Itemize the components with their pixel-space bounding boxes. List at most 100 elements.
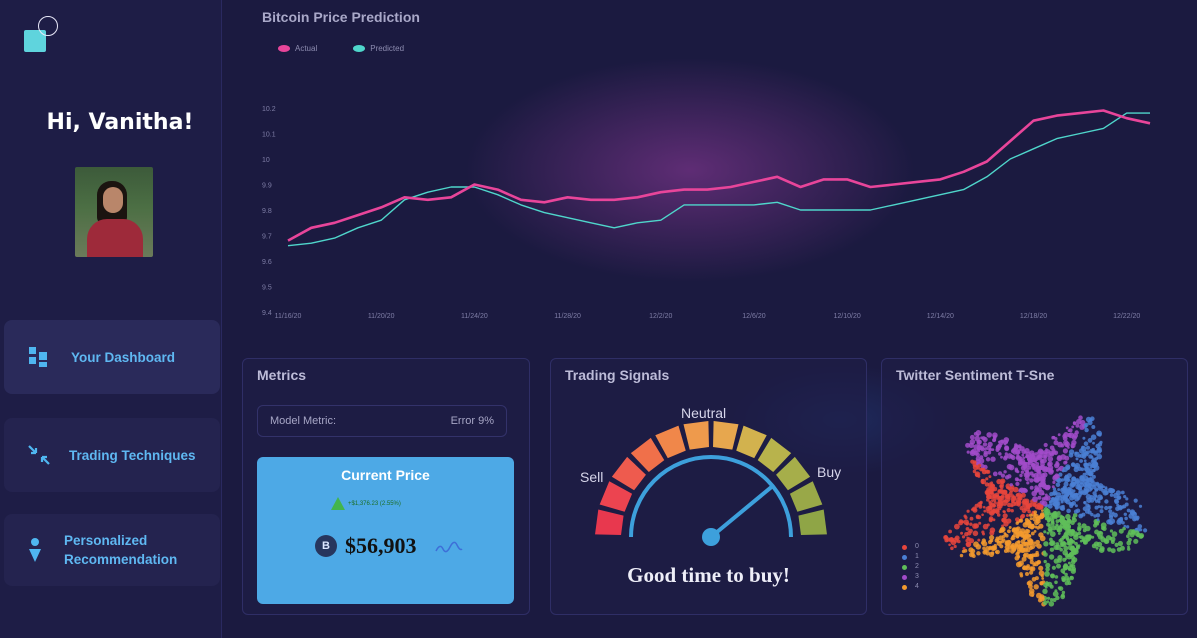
legend-item-actual[interactable]: Actual (278, 44, 317, 53)
tsne-point (1053, 501, 1059, 508)
tsne-point (1073, 509, 1079, 514)
tsne-point (1071, 540, 1076, 544)
tsne-point (1091, 425, 1096, 429)
tsne-point (1023, 461, 1027, 466)
tsne-point (1057, 488, 1061, 492)
tsne-point (1069, 502, 1075, 507)
tsne-point (995, 549, 1000, 555)
tsne-point (1036, 468, 1041, 474)
tsne-point (1016, 551, 1020, 555)
tsne-point (1033, 510, 1037, 514)
tsne-point (1051, 485, 1055, 489)
price-line-chart[interactable]: 9.4 9.5 9.6 9.7 9.8 9.9 10 10.1 10.2 11/16/20 11/2… (240, 90, 1170, 330)
tsne-point (1057, 558, 1062, 563)
tsne-point (997, 443, 1003, 448)
series-line-actual[interactable] (287, 109, 1151, 242)
tsne-point (1026, 564, 1030, 568)
y-tick-label: 9.8 (262, 208, 272, 215)
tsne-point (1031, 594, 1034, 597)
tsne-point (1048, 517, 1052, 522)
tsne-point (1091, 474, 1096, 479)
tsne-point (1096, 541, 1103, 548)
metrics-title: Metrics (257, 367, 307, 383)
tsne-point (989, 535, 995, 541)
tsne-point (1061, 590, 1066, 595)
tsne-point (1108, 512, 1114, 518)
model-metric-label: Model Metric: (270, 415, 337, 427)
tsne-point (1094, 529, 1100, 535)
tsne-point (1012, 495, 1017, 500)
tsne-point (1098, 547, 1105, 553)
tsne-point (1099, 440, 1103, 444)
tsne-point (1093, 514, 1097, 518)
tsne-point (1041, 509, 1044, 512)
tsne-point (1043, 559, 1047, 564)
signal-gauge (595, 421, 827, 546)
tsne-point (1065, 465, 1071, 471)
app-logo[interactable] (24, 16, 60, 52)
tsne-point (962, 547, 966, 550)
tsne-point (990, 456, 996, 462)
tsne-point (1057, 433, 1061, 437)
tsne-point (1109, 529, 1113, 533)
gauge-needle-hub (702, 528, 720, 546)
tsne-scatter-plot[interactable] (882, 359, 1189, 616)
tsne-point (973, 523, 979, 529)
tsne-point (1051, 565, 1056, 570)
tsne-point (950, 546, 954, 551)
tsne-point (1019, 572, 1023, 576)
tsne-point (1060, 443, 1065, 448)
tsne-points (943, 415, 1148, 607)
tsne-point (985, 477, 989, 481)
tsne-point (1077, 485, 1083, 491)
tsne-point (1019, 518, 1024, 523)
tsne-point (1099, 509, 1104, 514)
tsne-point (1083, 539, 1088, 545)
tsne-point (977, 463, 982, 468)
tsne-point (979, 445, 985, 451)
tsne-point (975, 452, 980, 457)
nav-item-your-dashboard[interactable]: Your Dashboard (4, 320, 220, 394)
tsne-point (961, 549, 966, 554)
tsne-point (1011, 534, 1015, 538)
gauge-needle (709, 485, 774, 539)
sidebar: Hi, Vanitha! Your Dashboard Trading Tech… (0, 0, 222, 638)
tsne-point (1047, 456, 1054, 462)
legend-item-predicted[interactable]: Predicted (353, 44, 404, 53)
tsne-point (1065, 513, 1071, 520)
tsne-point (1052, 480, 1056, 484)
tsne-point (988, 540, 992, 545)
y-tick-label: 9.4 (262, 310, 272, 317)
tsne-point (1057, 455, 1062, 460)
tsne-point (1074, 478, 1081, 484)
tsne-point (1051, 450, 1057, 455)
tsne-point (1012, 447, 1017, 453)
tsne-point (1004, 445, 1009, 451)
tsne-point (1044, 485, 1051, 491)
tsne-point (983, 509, 987, 513)
tsne-point (1018, 478, 1022, 482)
tsne-point (945, 537, 951, 542)
tsne-point (980, 541, 985, 545)
tsne-point (1029, 485, 1034, 490)
nav-item-trading-techniques[interactable]: Trading Techniques (4, 418, 220, 492)
tsne-point (1049, 547, 1055, 552)
tsne-point (1081, 452, 1087, 457)
tsne-point (998, 440, 1001, 444)
tsne-point (980, 467, 984, 471)
tsne-point (1020, 470, 1025, 474)
avatar[interactable] (75, 167, 153, 257)
current-price-card[interactable]: Current Price +$1,376.23 (2.55%) B $56,9… (257, 457, 514, 604)
nav-item-personalized-recommendation[interactable]: Personalized Recommendation (4, 514, 220, 586)
tsne-point (1128, 513, 1134, 519)
tsne-point (1021, 508, 1027, 514)
tsne-point (1003, 510, 1006, 514)
tsne-point (1077, 544, 1081, 548)
tsne-point (1027, 457, 1032, 463)
tsne-legend-item: 0 (902, 542, 919, 552)
model-metric-row: Model Metric: Error 9% (257, 405, 507, 437)
legend-swatch-predicted (353, 45, 366, 52)
tsne-point (1035, 539, 1040, 545)
tsne-point (1015, 481, 1020, 486)
tsne-point (1066, 508, 1071, 514)
